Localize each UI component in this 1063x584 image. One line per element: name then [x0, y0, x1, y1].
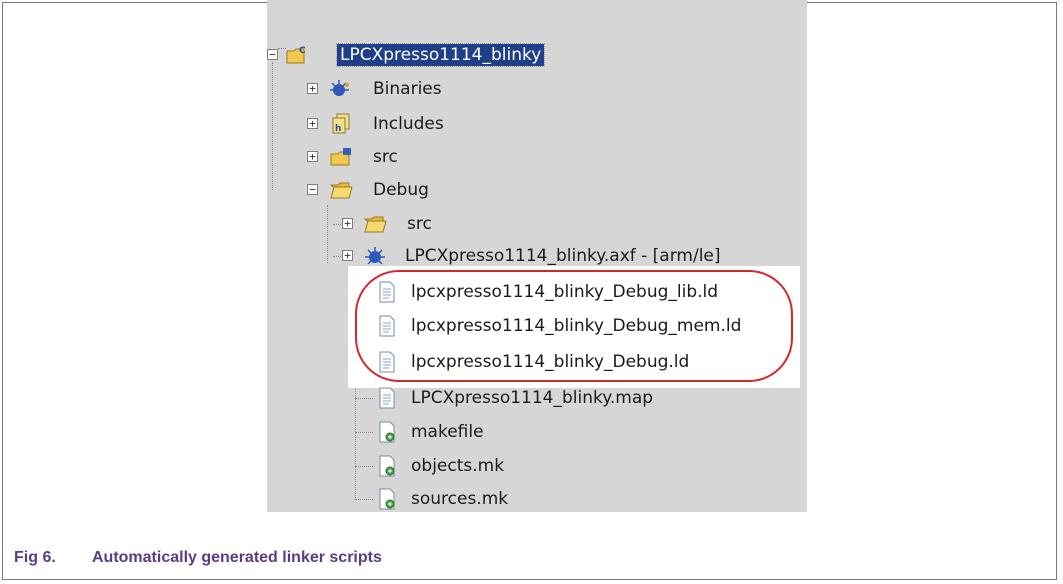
- expand-toggle[interactable]: +: [342, 218, 353, 229]
- tree-item-label: Binaries: [373, 79, 442, 99]
- tree-item-label: LPCXpresso1114_blinky.map: [411, 388, 654, 408]
- tree-item-label: LPCXpresso1114_blinky: [335, 43, 546, 67]
- tree-item-debug-src[interactable]: + src: [267, 209, 807, 239]
- expand-toggle[interactable]: +: [307, 151, 318, 162]
- tree-item-label: Debug: [373, 180, 429, 200]
- figure-number: Fig 6.: [14, 549, 56, 566]
- tree-item-file[interactable]: LPCXpresso1114_blinky.map: [267, 383, 807, 413]
- figure-title: Automatically generated linker scripts: [92, 549, 382, 566]
- tree-item-axf[interactable]: + LPCXpresso1114_blinky.axf - [arm/le]: [267, 241, 807, 271]
- highlight-ring: [355, 270, 793, 382]
- text-file-icon: [379, 387, 395, 409]
- tree-item-label: LPCXpresso1114_blinky.axf - [arm/le]: [405, 246, 721, 266]
- collapse-toggle[interactable]: −: [267, 49, 278, 60]
- svg-text:h: h: [335, 124, 341, 134]
- svg-text:C: C: [299, 46, 306, 56]
- binaries-icon: [330, 80, 349, 96]
- tree-item-debug[interactable]: − Debug: [267, 175, 807, 205]
- tree-item-includes[interactable]: + h Includes: [267, 109, 807, 139]
- tree-item-label: objects.mk: [411, 456, 505, 476]
- tree-item-src[interactable]: + src: [267, 142, 807, 172]
- tree-item-label: src: [373, 147, 398, 167]
- figure-caption: Fig 6. Automatically generated linker scr…: [14, 549, 382, 567]
- tree-item-file[interactable]: sources.mk: [267, 484, 807, 514]
- c-project-folder-icon: C: [286, 46, 306, 64]
- tree-item-file[interactable]: makefile: [267, 417, 807, 447]
- tree-item-label: sources.mk: [411, 489, 509, 509]
- tree-item-binaries[interactable]: + Binaries: [267, 74, 807, 104]
- makefile-icon: [379, 488, 395, 510]
- tree-item-label: makefile: [411, 422, 484, 442]
- tree-item-file[interactable]: objects.mk: [267, 451, 807, 481]
- folder-icon: [329, 182, 353, 199]
- tree-item-label: Includes: [373, 114, 444, 134]
- expand-toggle[interactable]: +: [307, 83, 318, 94]
- makefile-icon: [379, 455, 395, 477]
- collapse-toggle[interactable]: −: [307, 184, 318, 195]
- tree-item-project[interactable]: − C LPCXpresso1114_blinky: [267, 40, 807, 70]
- expand-toggle[interactable]: +: [342, 250, 353, 261]
- source-folder-icon: [330, 148, 351, 166]
- expand-toggle[interactable]: +: [307, 118, 318, 129]
- makefile-icon: [379, 421, 395, 443]
- tree-item-label: src: [407, 214, 432, 234]
- includes-icon: h: [332, 113, 350, 134]
- folder-icon: [363, 216, 387, 233]
- axf-executable-icon: [365, 247, 385, 265]
